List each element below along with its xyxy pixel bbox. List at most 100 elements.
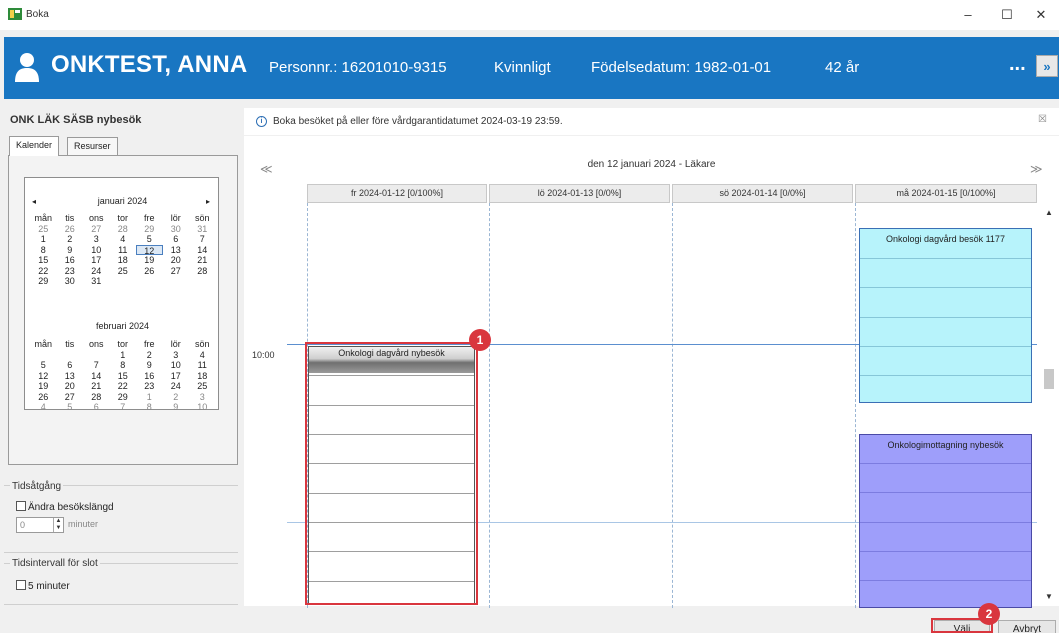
- calendar-day[interactable]: 4: [189, 350, 216, 361]
- scroll-down-icon[interactable]: ▼: [1043, 592, 1055, 601]
- column-header-mon[interactable]: må 2024-01-15 [0/100%]: [855, 184, 1037, 203]
- calendar-day[interactable]: 10: [189, 402, 216, 413]
- calendar-day[interactable]: 6: [57, 360, 84, 371]
- column-header-sun[interactable]: sö 2024-01-14 [0/0%]: [672, 184, 853, 203]
- calendar-day[interactable]: 18: [110, 255, 137, 266]
- slot-block-violet[interactable]: Onkologimottagning nybesök: [859, 434, 1032, 608]
- slot-label[interactable]: Onkologi dagvård besök 1177: [860, 234, 1031, 244]
- cancel-button[interactable]: Avbryt: [998, 620, 1056, 633]
- calendar-day[interactable]: 27: [163, 266, 190, 277]
- calendar-day[interactable]: 25: [189, 381, 216, 392]
- calendar-day[interactable]: 12: [136, 244, 163, 256]
- slot-row[interactable]: [860, 287, 1031, 288]
- slot-row[interactable]: [860, 492, 1031, 493]
- calendar-day[interactable]: 24: [163, 381, 190, 392]
- calendar-day[interactable]: 22: [110, 381, 137, 392]
- scroll-up-icon[interactable]: ▲: [1043, 208, 1055, 217]
- calendar-day[interactable]: 23: [136, 381, 163, 392]
- calendar-day[interactable]: 31: [189, 224, 216, 235]
- calendar-day[interactable]: 7: [83, 360, 110, 371]
- column-sat[interactable]: [489, 203, 490, 608]
- slot-row[interactable]: [860, 522, 1031, 523]
- calendar-day[interactable]: 25: [110, 266, 137, 277]
- calendar-day[interactable]: 14: [189, 245, 216, 256]
- calendar-day[interactable]: 27: [83, 224, 110, 235]
- close-button[interactable]: ✕: [1023, 4, 1059, 26]
- calendar-day[interactable]: 12: [30, 371, 57, 382]
- slot-row[interactable]: [860, 346, 1031, 347]
- calendar-day[interactable]: 5: [57, 402, 84, 413]
- calendar-day[interactable]: 31: [83, 276, 110, 287]
- slot-row[interactable]: [860, 375, 1031, 376]
- calendar-day[interactable]: 1: [30, 234, 57, 245]
- five-minutes-checkbox[interactable]: 5 minuter: [16, 580, 70, 592]
- calendar-day[interactable]: 11: [189, 360, 216, 371]
- calendar-day[interactable]: 15: [110, 371, 137, 382]
- calendar-day[interactable]: 6: [163, 234, 190, 245]
- calendar-day[interactable]: 24: [83, 266, 110, 277]
- minimize-button[interactable]: –: [950, 4, 986, 26]
- calendar-day[interactable]: 13: [57, 371, 84, 382]
- calendar-day[interactable]: 7: [110, 402, 137, 413]
- calendar-day[interactable]: 30: [163, 224, 190, 235]
- calendar-day[interactable]: 8: [110, 360, 137, 371]
- calendar-day[interactable]: 3: [189, 392, 216, 403]
- calendar-day[interactable]: 17: [83, 255, 110, 266]
- calendar-day[interactable]: 20: [57, 381, 84, 392]
- calendar-day[interactable]: 28: [189, 266, 216, 277]
- calendar-day[interactable]: 3: [83, 234, 110, 245]
- calendar-day[interactable]: 29: [30, 276, 57, 287]
- vertical-scrollbar[interactable]: ▲ ▼: [1043, 206, 1055, 606]
- close-info-icon[interactable]: ☒: [1038, 114, 1047, 125]
- slot-row[interactable]: [860, 317, 1031, 318]
- calendar-day[interactable]: 18: [189, 371, 216, 382]
- checkbox-box[interactable]: [16, 580, 26, 590]
- calendar-day[interactable]: 8: [136, 402, 163, 413]
- next-month-icon[interactable]: ▸: [206, 197, 210, 206]
- checkbox-box[interactable]: [16, 501, 26, 511]
- calendar-day[interactable]: 11: [110, 245, 137, 256]
- slot-row[interactable]: [860, 551, 1031, 552]
- slot-row[interactable]: [860, 463, 1031, 464]
- calendar-day[interactable]: 7: [189, 234, 216, 245]
- maximize-button[interactable]: ☐: [989, 4, 1025, 26]
- scroll-thumb[interactable]: [1044, 369, 1054, 389]
- calendar-day[interactable]: 27: [57, 392, 84, 403]
- calendar-day[interactable]: 9: [57, 245, 84, 256]
- calendar-day[interactable]: 20: [163, 255, 190, 266]
- calendar-day[interactable]: 9: [163, 402, 190, 413]
- calendar-day[interactable]: 4: [30, 402, 57, 413]
- calendar-day[interactable]: 19: [30, 381, 57, 392]
- calendar-day[interactable]: 16: [136, 371, 163, 382]
- calendar-day[interactable]: 21: [83, 381, 110, 392]
- calendar-day[interactable]: 26: [136, 266, 163, 277]
- calendar-day[interactable]: 21: [189, 255, 216, 266]
- calendar-day[interactable]: 30: [57, 276, 84, 287]
- calendar-day[interactable]: 2: [163, 392, 190, 403]
- calendar-day[interactable]: 4: [110, 234, 137, 245]
- calendar-day[interactable]: 22: [30, 266, 57, 277]
- calendar-day[interactable]: 9: [136, 360, 163, 371]
- column-header-fri[interactable]: fr 2024-01-12 [0/100%]: [307, 184, 487, 203]
- calendar-day[interactable]: 26: [57, 224, 84, 235]
- calendar-day[interactable]: 10: [163, 360, 190, 371]
- calendar-day[interactable]: 28: [83, 392, 110, 403]
- calendar-day[interactable]: 2: [136, 350, 163, 361]
- calendar-day[interactable]: 26: [30, 392, 57, 403]
- tab-resurser[interactable]: Resurser: [67, 137, 118, 155]
- calendar-day[interactable]: 29: [136, 224, 163, 235]
- calendar-day[interactable]: 28: [110, 224, 137, 235]
- slot-row[interactable]: [860, 580, 1031, 581]
- tab-kalender[interactable]: Kalender: [9, 136, 60, 156]
- calendar-day[interactable]: 2: [57, 234, 84, 245]
- duration-stepper[interactable]: 0 ▲ ▼: [16, 517, 64, 533]
- calendar-day[interactable]: 13: [163, 245, 190, 256]
- calendar-day[interactable]: 14: [83, 371, 110, 382]
- stepper-arrows-icon[interactable]: ▲ ▼: [53, 518, 63, 532]
- column-header-sat[interactable]: lö 2024-01-13 [0/0%]: [489, 184, 670, 203]
- calendar-day[interactable]: 23: [57, 266, 84, 277]
- calendar-day[interactable]: 10: [83, 245, 110, 256]
- calendar-day[interactable]: 16: [57, 255, 84, 266]
- calendar-day[interactable]: 5: [136, 234, 163, 245]
- calendar-day[interactable]: 17: [163, 371, 190, 382]
